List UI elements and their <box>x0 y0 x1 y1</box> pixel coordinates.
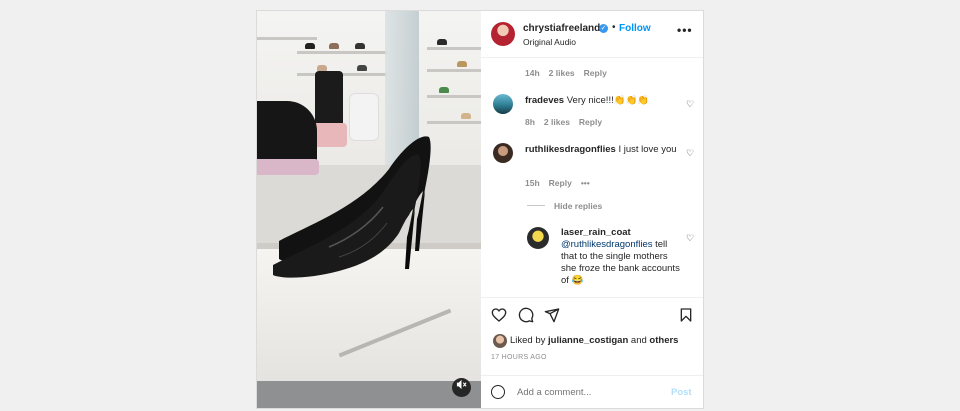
comment-reply-button[interactable]: Reply <box>549 178 572 188</box>
post-sidebar: chrystiafreeland ✓ • Follow Original Aud… <box>481 11 703 408</box>
reply-mention-link[interactable]: @ruthlikesdragonflies <box>561 239 653 250</box>
audio-label[interactable]: Original Audio <box>523 37 576 47</box>
liked-by-others[interactable]: others <box>649 335 678 346</box>
reply-comment: laser_rain_coat @ruthlikesdragonflies te… <box>561 227 681 287</box>
post-timestamp[interactable]: 17 HOURS AGO <box>491 354 547 361</box>
hide-replies-line <box>527 205 545 206</box>
liked-by-prefix: Liked by <box>510 335 549 346</box>
comment-time: 15h <box>525 178 540 188</box>
bookmark-icon[interactable] <box>678 307 694 323</box>
author-username[interactable]: chrystiafreeland <box>523 23 600 34</box>
black-heels-image <box>273 136 431 278</box>
comment-text: Very nice!!!👏👏👏 <box>566 95 650 106</box>
separator-dot: • <box>612 22 616 33</box>
comment-ruthlikesdragonflies: ruthlikesdragonflies I just love you <box>525 144 685 156</box>
post-card: chrystiafreeland ✓ • Follow Original Aud… <box>256 10 704 409</box>
more-icon[interactable]: ••• <box>677 23 693 37</box>
comment-text: I just love you <box>618 144 677 155</box>
caption-likes[interactable]: 2 likes <box>549 68 575 78</box>
comment-heart-icon[interactable]: ♡ <box>685 148 695 158</box>
action-bar <box>481 297 703 328</box>
comment-icon[interactable] <box>518 307 534 323</box>
reply-heart-icon[interactable]: ♡ <box>685 233 695 243</box>
comment-likes[interactable]: 2 likes <box>544 117 570 127</box>
post-comment-button[interactable]: Post <box>671 387 692 398</box>
liked-by-text: Liked by julianne_costigan and others <box>510 335 678 346</box>
caption-time: 14h <box>525 68 540 78</box>
comment-username[interactable]: fradeves <box>525 95 564 106</box>
liked-by-avatar <box>493 334 507 348</box>
hide-replies-button[interactable]: Hide replies <box>554 201 602 211</box>
post-header: chrystiafreeland ✓ • Follow Original Aud… <box>481 11 703 58</box>
mute-icon[interactable] <box>452 378 471 397</box>
emoji-icon[interactable] <box>491 385 505 399</box>
comment-meta: 8h 2 likes Reply <box>525 117 611 127</box>
comment-fradeves: fradeves Very nice!!!👏👏👏 <box>525 95 685 107</box>
heart-icon[interactable] <box>491 307 507 323</box>
comment-avatar[interactable] <box>493 143 513 163</box>
share-icon[interactable] <box>544 307 560 323</box>
follow-button[interactable]: Follow <box>619 23 651 34</box>
comment-reply-button[interactable]: Reply <box>579 117 602 127</box>
comment-more-icon[interactable]: ••• <box>581 178 590 188</box>
comment-username[interactable]: ruthlikesdragonflies <box>525 144 616 155</box>
reply-username[interactable]: laser_rain_coat <box>561 227 631 238</box>
verified-icon: ✓ <box>599 24 608 33</box>
post-video[interactable] <box>257 11 481 408</box>
comment-input[interactable] <box>517 387 657 398</box>
comment-avatar[interactable] <box>493 94 513 114</box>
caption-reply-button[interactable]: Reply <box>584 68 607 78</box>
author-avatar[interactable] <box>491 22 515 46</box>
liked-by-user[interactable]: julianne_costigan <box>548 335 628 346</box>
comment-time: 8h <box>525 117 535 127</box>
liked-by-middle: and <box>628 335 650 346</box>
reply-avatar[interactable] <box>527 227 549 249</box>
comment-heart-icon[interactable]: ♡ <box>685 99 695 109</box>
comment-meta: 15h Reply ••• <box>525 178 599 188</box>
caption-meta: 14h 2 likes Reply <box>525 68 616 78</box>
comment-bar: Post <box>481 375 703 409</box>
